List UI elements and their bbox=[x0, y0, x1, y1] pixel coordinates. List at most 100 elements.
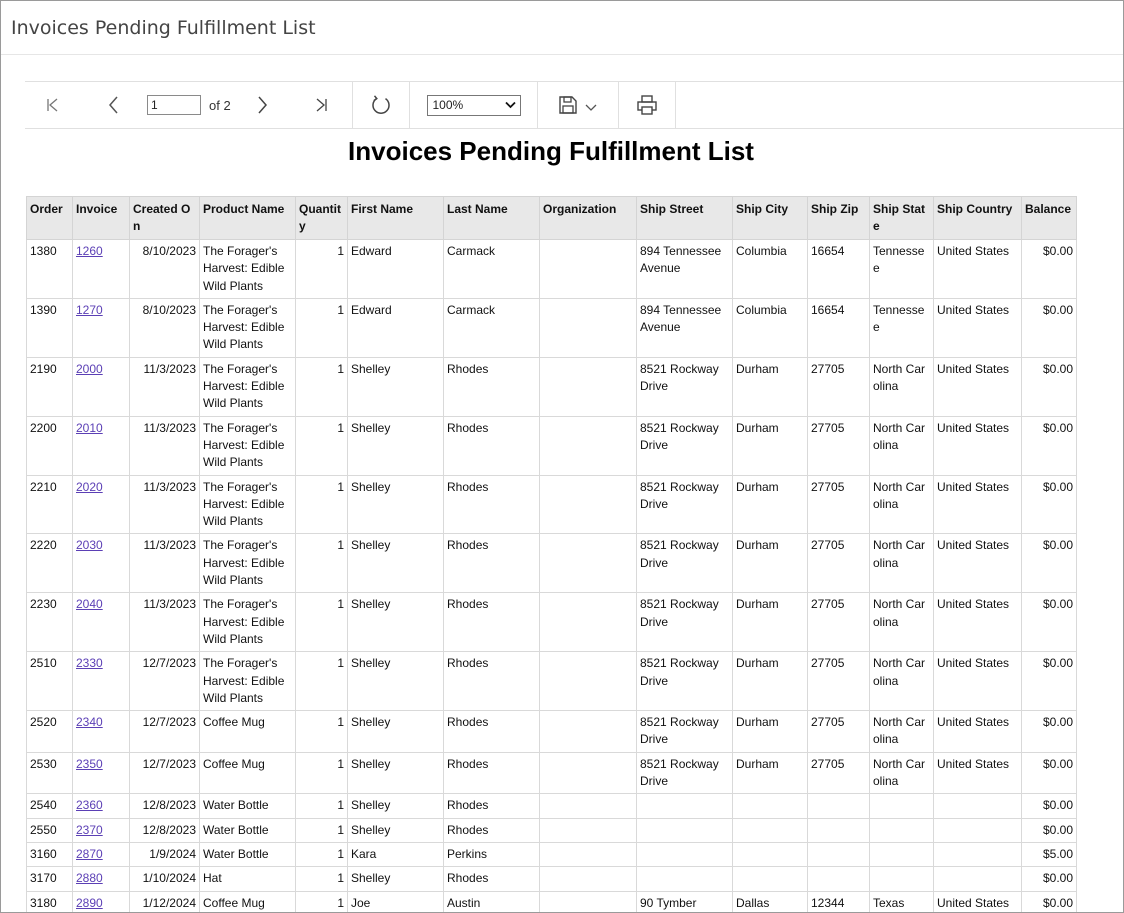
cell-product-name: Coffee Mug bbox=[199, 751, 296, 795]
column-header-first-name: First Name bbox=[347, 196, 444, 240]
invoice-link[interactable]: 2870 bbox=[76, 847, 103, 861]
invoice-link[interactable]: 2010 bbox=[76, 421, 103, 435]
cell-balance: $0.00 bbox=[1021, 651, 1077, 712]
invoice-link[interactable]: 2030 bbox=[76, 538, 103, 552]
cell-product-name: The Forager's Harvest: Edible Wild Plant… bbox=[199, 651, 296, 712]
cell-ship-zip: 27705 bbox=[807, 356, 870, 417]
invoice-link[interactable]: 1270 bbox=[76, 303, 103, 317]
cell-first-name: Shelley bbox=[347, 592, 444, 653]
cell-invoice: 1260 bbox=[72, 239, 130, 299]
cell-product-name: The Forager's Harvest: Edible Wild Plant… bbox=[199, 356, 296, 417]
cell-ship-zip: 16654 bbox=[807, 239, 870, 299]
cell-organization bbox=[539, 592, 637, 653]
invoice-link[interactable]: 2040 bbox=[76, 597, 103, 611]
cell-order: 2210 bbox=[26, 474, 73, 535]
cell-first-name: Edward bbox=[347, 297, 444, 358]
app-window: Invoices Pending Fulfillment List of 2 bbox=[0, 0, 1124, 913]
cell-last-name: Rhodes bbox=[443, 866, 540, 892]
invoice-link[interactable]: 2360 bbox=[76, 798, 103, 812]
column-header-product-name: Product Name bbox=[199, 196, 296, 240]
print-button[interactable] bbox=[619, 82, 675, 128]
invoice-link[interactable]: 1260 bbox=[76, 244, 103, 258]
pager-group: of 2 bbox=[25, 82, 353, 128]
cell-invoice: 2340 bbox=[72, 710, 130, 753]
invoice-link[interactable]: 2000 bbox=[76, 362, 103, 376]
refresh-button[interactable] bbox=[353, 82, 409, 128]
first-page-icon bbox=[47, 98, 58, 112]
cell-ship-state: Tennessee bbox=[869, 239, 934, 299]
cell-last-name: Rhodes bbox=[443, 533, 540, 594]
column-header-ship-city: Ship City bbox=[732, 196, 808, 240]
cell-first-name: Shelley bbox=[347, 710, 444, 753]
cell-first-name: Shelley bbox=[347, 866, 444, 892]
cell-quantity: 1 bbox=[295, 474, 348, 535]
cell-created-on: 11/3/2023 bbox=[129, 592, 200, 653]
cell-created-on: 11/3/2023 bbox=[129, 474, 200, 535]
cell-created-on: 12/7/2023 bbox=[129, 651, 200, 712]
zoom-value: 100% bbox=[432, 98, 464, 112]
zoom-group: 100% bbox=[410, 82, 538, 128]
previous-page-button[interactable] bbox=[81, 82, 147, 128]
invoice-link[interactable]: 2890 bbox=[76, 896, 103, 910]
cell-ship-zip: 16654 bbox=[807, 297, 870, 358]
table-row: 3180 2890 1/12/2024 Coffee Mug 1 Joe Austin 90 … bbox=[26, 890, 1077, 912]
cell-created-on: 8/10/2023 bbox=[129, 239, 200, 299]
cell-product-name: Water Bottle bbox=[199, 841, 296, 868]
last-page-button[interactable] bbox=[293, 82, 349, 128]
invoice-link[interactable]: 2880 bbox=[76, 871, 103, 885]
cell-quantity: 1 bbox=[295, 356, 348, 417]
report-viewer: of 2 bbox=[25, 81, 1123, 912]
table-row: 2530 2350 12/7/2023 Coffee Mug 1 Shelley Rhode… bbox=[26, 751, 1077, 795]
cell-organization bbox=[539, 651, 637, 712]
cell-ship-country bbox=[933, 817, 1022, 843]
cell-order: 2540 bbox=[26, 793, 73, 819]
cell-quantity: 1 bbox=[295, 866, 348, 892]
cell-product-name: The Forager's Harvest: Edible Wild Plant… bbox=[199, 592, 296, 653]
export-group bbox=[538, 82, 619, 128]
table-header-row: Order Invoice Created On Product Name Quanti… bbox=[26, 196, 1077, 240]
cell-first-name: Shelley bbox=[347, 751, 444, 795]
cell-balance: $0.00 bbox=[1021, 793, 1077, 819]
invoice-link[interactable]: 2340 bbox=[76, 715, 103, 729]
invoice-link[interactable]: 2330 bbox=[76, 656, 103, 670]
cell-quantity: 1 bbox=[295, 793, 348, 819]
cell-ship-street: 8521 Rockway Drive bbox=[636, 356, 733, 417]
cell-first-name: Shelley bbox=[347, 793, 444, 819]
refresh-icon bbox=[372, 95, 390, 114]
cell-ship-street: 894 Tennessee Avenue bbox=[636, 297, 733, 358]
cell-ship-country bbox=[933, 841, 1022, 868]
cell-organization bbox=[539, 533, 637, 594]
report-page: Invoices Pending Fulfillment List Order I… bbox=[25, 129, 1123, 912]
cell-ship-zip bbox=[807, 866, 870, 892]
cell-ship-street bbox=[636, 866, 733, 892]
cell-ship-street: 8521 Rockway Drive bbox=[636, 592, 733, 653]
invoice-link[interactable]: 2020 bbox=[76, 480, 103, 494]
save-button[interactable] bbox=[538, 82, 618, 128]
cell-invoice: 2870 bbox=[72, 841, 130, 868]
cell-balance: $5.00 bbox=[1021, 841, 1077, 868]
invoice-link[interactable]: 2350 bbox=[76, 757, 103, 771]
cell-first-name: Shelley bbox=[347, 533, 444, 594]
cell-balance: $0.00 bbox=[1021, 817, 1077, 843]
zoom-select[interactable]: 100% bbox=[426, 94, 521, 116]
cell-ship-zip: 27705 bbox=[807, 592, 870, 653]
table-row: 1390 1270 8/10/2023 The Forager's Harvest: … bbox=[26, 297, 1077, 358]
cell-created-on: 11/3/2023 bbox=[129, 415, 200, 476]
cell-ship-country: United States bbox=[933, 651, 1022, 712]
first-page-button[interactable] bbox=[25, 82, 81, 128]
dropdown-arrow-icon bbox=[585, 104, 597, 111]
invoice-link[interactable]: 2370 bbox=[76, 823, 103, 837]
cell-invoice: 2010 bbox=[72, 415, 130, 476]
cell-first-name: Shelley bbox=[347, 474, 444, 535]
cell-created-on: 12/8/2023 bbox=[129, 793, 200, 819]
cell-ship-zip: 27705 bbox=[807, 751, 870, 795]
cell-ship-zip bbox=[807, 841, 870, 868]
cell-ship-state: North Carolina bbox=[869, 592, 934, 653]
cell-quantity: 1 bbox=[295, 751, 348, 795]
cell-quantity: 1 bbox=[295, 415, 348, 476]
next-page-button[interactable] bbox=[231, 82, 293, 128]
cell-ship-city bbox=[732, 817, 808, 843]
report-title: Invoices Pending Fulfillment List bbox=[348, 136, 754, 166]
page-number-input[interactable] bbox=[147, 95, 201, 115]
cell-invoice: 2040 bbox=[72, 592, 130, 653]
